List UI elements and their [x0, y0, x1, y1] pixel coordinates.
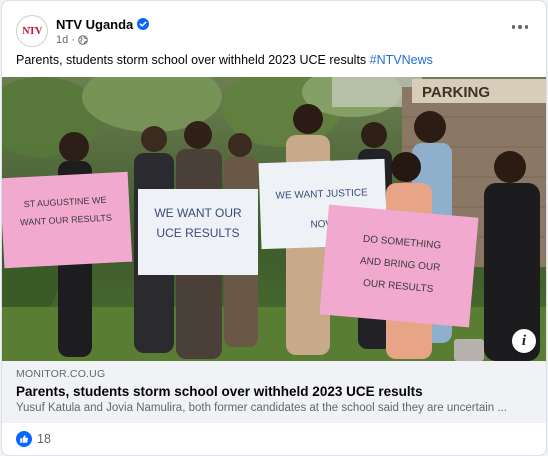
- name-row: NTV Uganda: [56, 17, 150, 32]
- reaction-count: 18: [37, 432, 51, 446]
- handbag: [454, 339, 484, 361]
- post-caption: Parents, students storm school over with…: [16, 53, 367, 67]
- header-text: NTV Uganda 1d ·: [56, 17, 150, 46]
- post-photo[interactable]: PARKING ST AUGUSTINE WE WANT OUR RESULTS: [2, 77, 546, 361]
- info-button[interactable]: i: [512, 329, 536, 353]
- protest-sign-2: WE WANT OUR UCE RESULTS: [138, 189, 258, 275]
- post-timestamp[interactable]: 1d: [56, 34, 68, 46]
- like-icon: [16, 431, 32, 447]
- more-options-button[interactable]: [508, 19, 532, 35]
- protest-sign-1: ST AUGUSTINE WE WANT OUR RESULTS: [2, 171, 133, 269]
- link-preview[interactable]: MONITOR.CO.UG Parents, students storm sc…: [2, 361, 546, 423]
- more-dot: [518, 25, 522, 29]
- svg-text:WE WANT OUR: WE WANT OUR: [154, 206, 242, 220]
- page-name[interactable]: NTV Uganda: [56, 17, 133, 32]
- globe-icon[interactable]: [78, 34, 88, 45]
- reactions-bar[interactable]: 18: [16, 429, 51, 449]
- parking-sign-text: PARKING: [422, 84, 490, 101]
- more-dot: [511, 25, 516, 29]
- post-card: NTV NTV Uganda 1d · Parents, students st…: [1, 0, 547, 456]
- page-avatar[interactable]: NTV: [16, 15, 48, 47]
- protest-photo: PARKING ST AUGUSTINE WE WANT OUR RESULTS: [2, 77, 546, 361]
- link-description: Yusuf Katula and Jovia Namulira, both fo…: [16, 402, 507, 414]
- ntv-logo: NTV: [22, 25, 42, 37]
- hashtag-link[interactable]: #NTVNews: [370, 53, 433, 67]
- svg-text:UCE RESULTS: UCE RESULTS: [156, 226, 239, 240]
- post-header: NTV NTV Uganda 1d ·: [16, 13, 150, 49]
- verified-badge-icon: [137, 18, 150, 30]
- link-title[interactable]: Parents, students storm school over with…: [16, 384, 534, 399]
- protest-sign-4: DO SOMETHING AND BRING OUR OUR RESULTS: [319, 204, 479, 328]
- meta-separator: ·: [71, 33, 75, 46]
- link-domain: MONITOR.CO.UG: [16, 368, 106, 380]
- more-dot: [524, 25, 529, 29]
- post-text: Parents, students storm school over with…: [16, 53, 433, 67]
- post-meta: 1d ·: [56, 34, 149, 46]
